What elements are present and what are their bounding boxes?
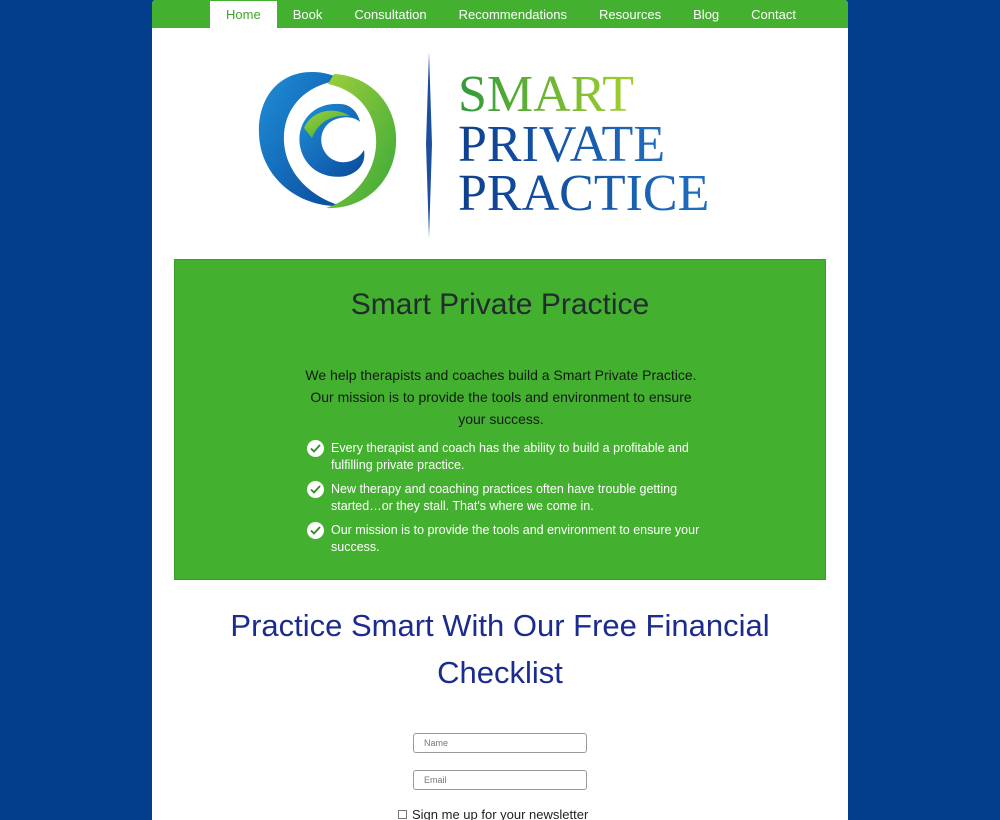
benefit-text: New therapy and coaching practices often…	[331, 482, 678, 513]
nav-item-blog[interactable]: Blog	[677, 0, 735, 28]
check-icon	[307, 522, 324, 539]
nav-item-home[interactable]: Home	[210, 1, 277, 28]
list-item: Every therapist and coach has the abilit…	[307, 440, 707, 474]
site-logo[interactable]: SMART PRIVATE PRACTICE	[252, 48, 752, 243]
swirl-mark-icon	[258, 72, 397, 209]
benefit-text: Every therapist and coach has the abilit…	[331, 441, 689, 472]
checklist-heading: Practice Smart With Our Free Financial C…	[230, 608, 770, 690]
check-icon	[307, 481, 324, 498]
newsletter-checkbox[interactable]	[398, 810, 407, 819]
newsletter-option[interactable]: Sign me up for your newsletter	[398, 807, 588, 820]
hero-section: Smart Private Practice We help therapist…	[174, 259, 826, 580]
list-item: New therapy and coaching practices often…	[307, 481, 707, 515]
logo-text-practice: PRACTICE	[458, 165, 709, 222]
page-container: Home Book Consultation Recommendations R…	[152, 0, 848, 820]
logo-divider	[426, 52, 432, 238]
list-item: Our mission is to provide the tools and …	[307, 522, 707, 556]
nav-item-book[interactable]: Book	[277, 0, 339, 28]
nav-item-contact[interactable]: Contact	[735, 0, 812, 28]
nav-item-recommendations[interactable]: Recommendations	[443, 0, 583, 28]
check-icon	[307, 440, 324, 457]
benefit-text: Our mission is to provide the tools and …	[331, 523, 700, 554]
benefits-list: Every therapist and coach has the abilit…	[307, 440, 707, 563]
newsletter-label: Sign me up for your newsletter	[412, 807, 589, 820]
nav-item-resources[interactable]: Resources	[583, 0, 677, 28]
logo-text-smart: SMART	[458, 66, 634, 123]
hero-title: Smart Private Practice	[350, 288, 650, 321]
nav-item-consultation[interactable]: Consultation	[338, 0, 442, 28]
email-field[interactable]	[413, 770, 587, 790]
name-field[interactable]	[413, 733, 587, 753]
main-nav: Home Book Consultation Recommendations R…	[152, 0, 848, 28]
hero-intro: We help therapists and coaches build a S…	[305, 367, 697, 427]
